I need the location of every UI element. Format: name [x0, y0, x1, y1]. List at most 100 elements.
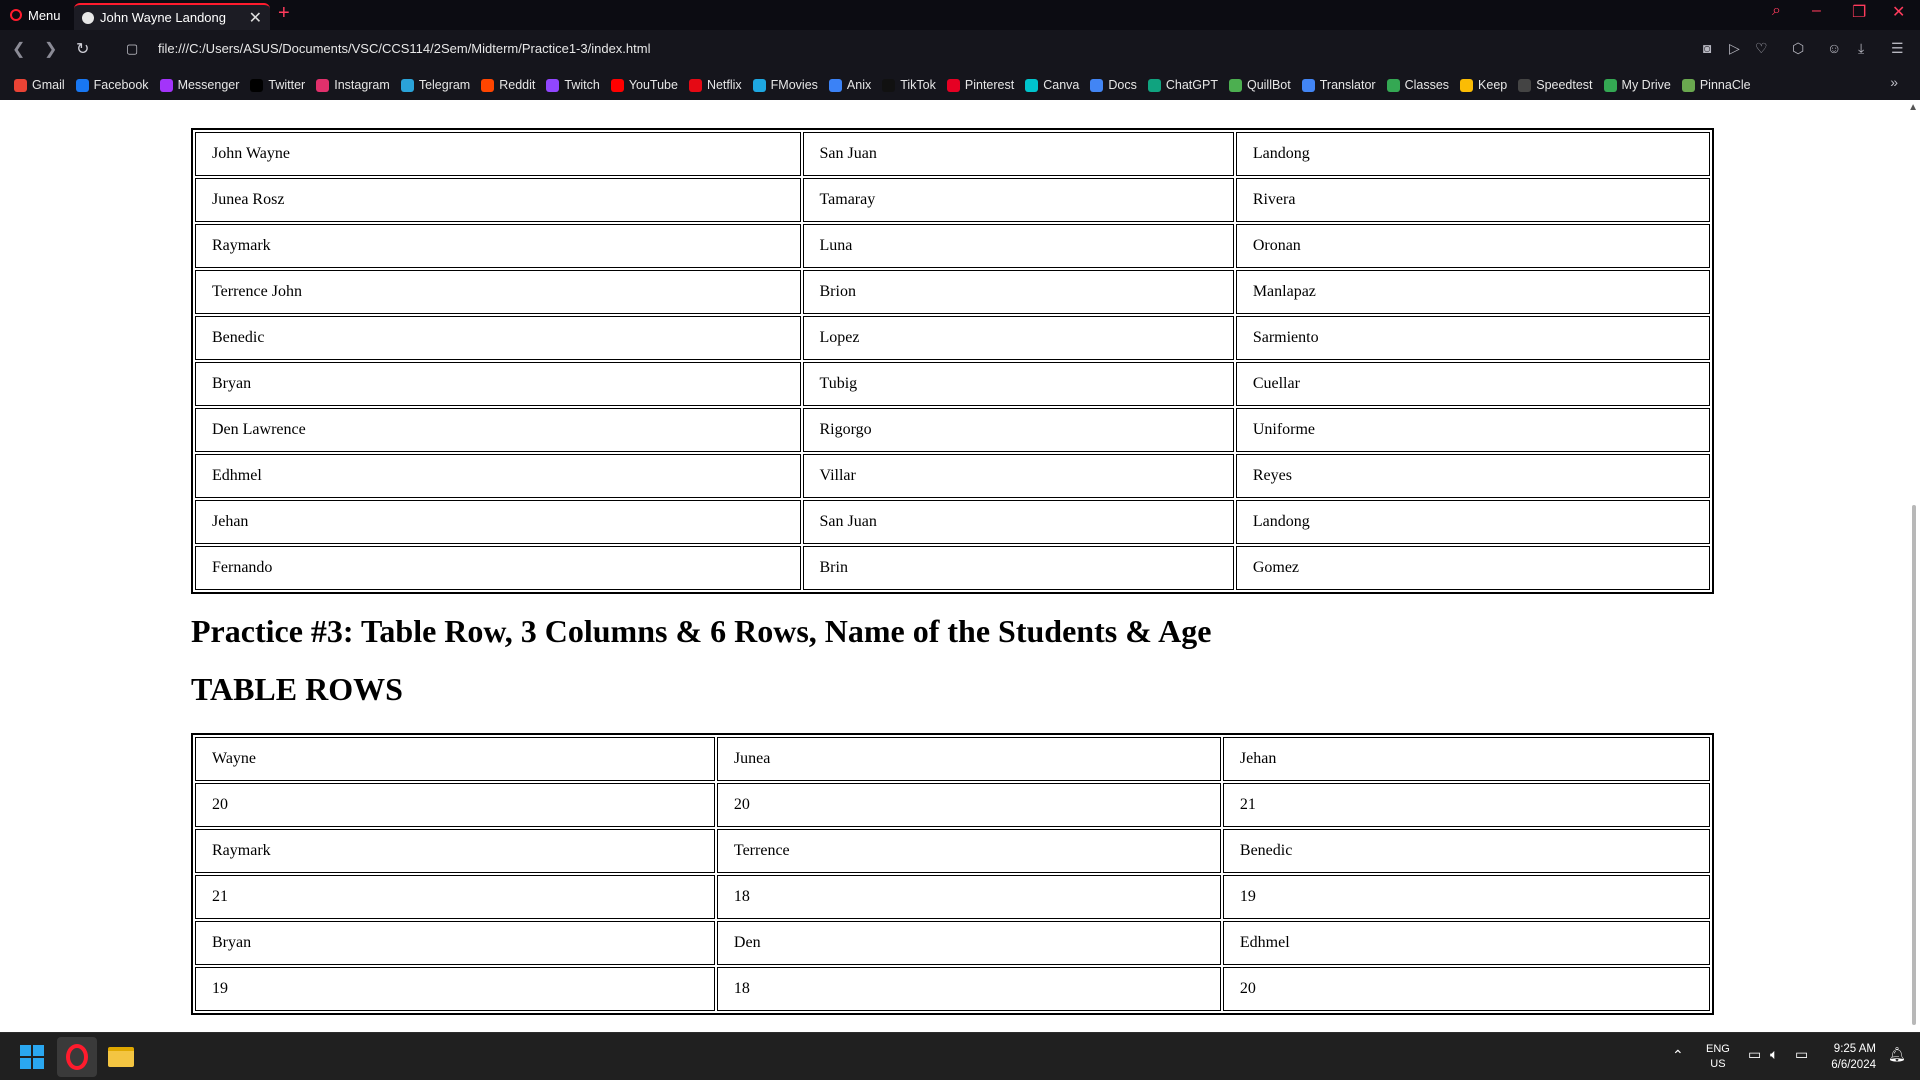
- notification-bell-icon[interactable]: 🔔︎: [1888, 1046, 1906, 1063]
- volume-icon[interactable]: 🔈︎: [1770, 1046, 1778, 1063]
- bookmark-twitch[interactable]: Twitch: [546, 78, 600, 92]
- back-icon[interactable]: ❮: [12, 39, 25, 59]
- bookmark-tiktok[interactable]: TikTok: [882, 78, 936, 92]
- bookmark-keep[interactable]: Keep: [1460, 78, 1507, 92]
- minimize-button[interactable]: –: [1812, 2, 1821, 20]
- send-icon[interactable]: ▷: [1729, 40, 1740, 57]
- table-cell: Lopez: [802, 316, 1234, 360]
- table-cell: Junea: [716, 737, 1221, 781]
- show-hidden-icons-chevron[interactable]: ⌃: [1672, 1047, 1684, 1064]
- restore-button[interactable]: ❐: [1852, 2, 1866, 22]
- table-cell: 20: [716, 783, 1221, 827]
- table-row: Raymark Terrence Benedic: [195, 829, 1710, 873]
- bookmark-speedtest[interactable]: Speedtest: [1518, 78, 1593, 92]
- battery-icon[interactable]: ▭: [1795, 1046, 1808, 1063]
- instagram-icon: [316, 78, 330, 92]
- network-icon[interactable]: ▭: [1748, 1046, 1761, 1063]
- table-cell: Benedic: [1222, 829, 1710, 873]
- bookmark-twitter[interactable]: Twitter: [250, 78, 305, 92]
- close-window-button[interactable]: ✕: [1892, 2, 1905, 22]
- language-indicator[interactable]: ENG US: [1706, 1042, 1730, 1072]
- bookmark-label: FMovies: [770, 78, 818, 92]
- table-row: 20 20 21: [195, 783, 1710, 827]
- bookmark-chatgpt[interactable]: ChatGPT: [1147, 78, 1218, 92]
- windows-logo-icon: [20, 1045, 44, 1069]
- close-tab-icon[interactable]: ✕: [249, 8, 262, 28]
- extensions-icon[interactable]: ⬡: [1792, 40, 1804, 57]
- table-row: 19 18 20: [195, 967, 1710, 1011]
- table-cell: Edhmel: [195, 454, 801, 498]
- bookmark-label: Messenger: [177, 78, 240, 92]
- heart-icon[interactable]: ♡: [1755, 40, 1768, 57]
- opera-logo-icon: [10, 9, 22, 21]
- reload-icon[interactable]: ↻: [76, 39, 89, 59]
- bookmark-pinnacle[interactable]: PinnaCle: [1681, 78, 1751, 92]
- bookmark-my-drive[interactable]: My Drive: [1603, 78, 1671, 92]
- bookmark-label: Keep: [1478, 78, 1508, 92]
- bookmark-netflix[interactable]: Netflix: [688, 78, 742, 92]
- table-cell: 20: [1222, 967, 1710, 1011]
- tab-strip: Menu John Wayne Landong ✕ + ⌕ – ❐ ✕: [0, 0, 1920, 31]
- easy-setup-icon[interactable]: ☰: [1891, 40, 1904, 57]
- file-explorer-button[interactable]: [101, 1037, 141, 1077]
- bookmark-classes[interactable]: Classes: [1386, 78, 1449, 92]
- profile-icon[interactable]: ☺: [1827, 40, 1841, 56]
- bookmark-fmovies[interactable]: FMovies: [752, 78, 818, 92]
- opera-menu-button[interactable]: Menu: [0, 0, 72, 30]
- bookmark-messenger[interactable]: Messenger: [159, 78, 240, 92]
- start-button[interactable]: [12, 1037, 52, 1077]
- table-row: Raymark Luna Oronan: [195, 224, 1710, 268]
- file-icon: ▢: [126, 41, 139, 56]
- bookmark-instagram[interactable]: Instagram: [316, 78, 390, 92]
- bookmark-youtube[interactable]: YouTube: [610, 78, 678, 92]
- more-bookmarks-icon[interactable]: »: [1890, 74, 1898, 90]
- bookmark-telegram[interactable]: Telegram: [400, 78, 470, 92]
- table-rows-heading: TABLE ROWS: [191, 671, 403, 707]
- scroll-up-icon[interactable]: ▲: [1908, 102, 1918, 113]
- bookmark-label: PinnaCle: [1699, 78, 1751, 92]
- chatgpt-icon: [1147, 78, 1161, 92]
- bookmark-quillbot[interactable]: QuillBot: [1228, 78, 1291, 92]
- bookmark-docs[interactable]: Docs: [1090, 78, 1137, 92]
- table-cell: Landong: [1235, 132, 1710, 176]
- scrollbar-thumb[interactable]: [1912, 505, 1916, 1025]
- practice-3-heading: Practice #3: Table Row, 3 Columns & 6 Ro…: [191, 613, 1212, 649]
- new-tab-button[interactable]: +: [278, 2, 290, 25]
- bookmark-facebook[interactable]: Facebook: [75, 78, 149, 92]
- docs-icon: [1090, 78, 1104, 92]
- twitch-icon: [546, 78, 560, 92]
- table-row: 21 18 19: [195, 875, 1710, 919]
- bookmark-label: QuillBot: [1246, 78, 1291, 92]
- web-page: John Wayne San Juan Landong Junea Rosz Tamar…: [0, 100, 1920, 1032]
- bookmarks-bar: Gmail Facebook Messenger Twitter Instagram Te…: [0, 70, 1920, 100]
- pinnacle-icon: [1681, 78, 1695, 92]
- table-row: Bryan Den Edhmel: [195, 921, 1710, 965]
- url-field[interactable]: file:///C:/Users/ASUS/Documents/VSC/CCS1…: [158, 41, 650, 56]
- clock[interactable]: 9:25 AM 6/6/2024: [1830, 1041, 1876, 1073]
- table-cell: Cuellar: [1235, 362, 1710, 406]
- bookmark-gmail[interactable]: Gmail: [14, 78, 65, 92]
- bookmark-translator[interactable]: Translator: [1301, 78, 1376, 92]
- bookmark-canva[interactable]: Canva: [1025, 78, 1079, 92]
- table-cell: Luna: [802, 224, 1234, 268]
- bookmark-label: Twitter: [268, 78, 306, 92]
- table-cell: 18: [716, 875, 1221, 919]
- table-cell: Brin: [802, 546, 1234, 590]
- snapshot-icon[interactable]: ◙: [1703, 40, 1711, 56]
- students-names-table: John Wayne San Juan Landong Junea Rosz Tamar…: [191, 128, 1714, 594]
- table-cell: Tamaray: [802, 178, 1234, 222]
- bookmark-anix[interactable]: Anix: [828, 78, 871, 92]
- opera-taskbar-button[interactable]: [57, 1037, 97, 1077]
- address-bar: ❮ ❯ ↻ ▢ file:///C:/Users/ASUS/Documents/…: [0, 30, 1920, 70]
- bookmark-pinterest[interactable]: Pinterest: [946, 78, 1014, 92]
- downloads-icon[interactable]: ⤓: [1858, 40, 1864, 57]
- active-tab[interactable]: John Wayne Landong ✕: [74, 3, 270, 30]
- bookmark-label: YouTube: [628, 78, 678, 92]
- opera-icon: [66, 1044, 88, 1070]
- table-cell: 19: [1222, 875, 1710, 919]
- forward-icon[interactable]: ❯: [44, 39, 57, 59]
- table-row: Wayne Junea Jehan: [195, 737, 1710, 781]
- folder-icon: [108, 1047, 134, 1067]
- search-tabs-icon[interactable]: ⌕: [1772, 2, 1781, 20]
- bookmark-reddit[interactable]: Reddit: [481, 78, 535, 92]
